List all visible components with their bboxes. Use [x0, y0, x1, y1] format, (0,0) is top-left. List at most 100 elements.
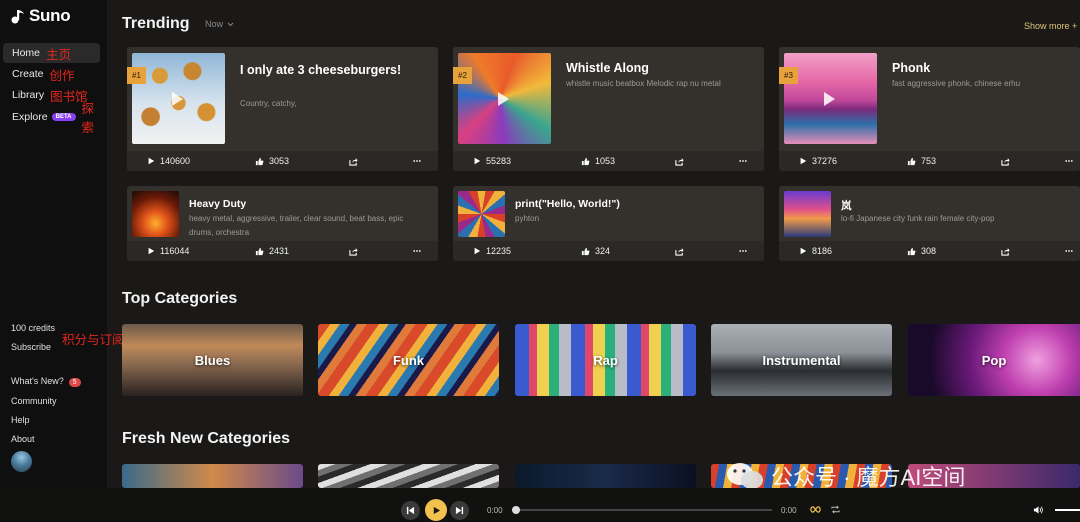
like-button[interactable]: 3053 — [255, 156, 289, 166]
song-card[interactable]: Heavy Duty heavy metal, aggressive, trai… — [127, 186, 438, 261]
category-card-instrumental[interactable]: Instrumental — [711, 324, 892, 396]
song-title[interactable]: Whistle Along — [566, 60, 746, 76]
thumbs-up-icon — [907, 157, 916, 166]
like-count-value: 324 — [595, 246, 611, 256]
skip-forward-icon — [455, 506, 464, 515]
play-icon — [473, 157, 481, 165]
play-count[interactable]: 8186 — [799, 246, 832, 256]
community-link[interactable]: Community — [11, 396, 57, 406]
category-card[interactable] — [318, 464, 499, 488]
share-icon[interactable] — [675, 247, 684, 256]
progress-handle[interactable] — [512, 506, 520, 514]
thumbs-up-icon — [907, 247, 916, 256]
like-count-value: 1053 — [595, 156, 616, 166]
like-count-value: 308 — [921, 246, 937, 256]
wechat-icon — [727, 463, 763, 489]
time-filter-dropdown[interactable]: Now — [205, 19, 234, 29]
play-icon — [147, 247, 155, 255]
play-count[interactable]: 55283 — [473, 156, 511, 166]
play-icon — [799, 247, 807, 255]
song-thumbnail[interactable] — [132, 191, 179, 237]
infinite-loop-icon[interactable] — [810, 506, 821, 513]
share-icon[interactable] — [1001, 247, 1010, 256]
sidebar-item-label: Explore — [12, 111, 48, 123]
progress-slider[interactable] — [512, 506, 772, 514]
song-title[interactable]: Heavy Duty — [189, 198, 429, 210]
previous-button[interactable] — [401, 501, 420, 520]
category-label: Blues — [194, 352, 231, 368]
play-count[interactable]: 37276 — [799, 156, 837, 166]
category-card-pop[interactable]: Pop — [908, 324, 1080, 396]
next-button[interactable] — [450, 501, 469, 520]
category-card-blues[interactable]: Blues — [122, 324, 303, 396]
song-thumbnail[interactable] — [458, 191, 505, 237]
thumbs-up-icon — [255, 247, 264, 256]
song-thumbnail[interactable] — [784, 191, 831, 237]
like-button[interactable]: 324 — [581, 246, 610, 256]
more-options-icon[interactable] — [1065, 159, 1073, 163]
fresh-categories-title: Fresh New Categories — [122, 430, 291, 447]
suno-logo[interactable]: Suno — [11, 6, 71, 26]
like-count-value: 753 — [921, 156, 937, 166]
play-overlay-icon[interactable] — [498, 92, 509, 106]
chevron-down-icon — [227, 22, 234, 26]
total-time: 0:00 — [781, 506, 797, 515]
play-icon — [433, 506, 440, 514]
sidebar-item-home[interactable]: Home 主页 — [3, 43, 100, 63]
more-options-icon[interactable] — [739, 159, 747, 163]
show-more-link[interactable]: Show more + — [1024, 21, 1077, 31]
like-button[interactable]: 308 — [907, 246, 936, 256]
play-count[interactable]: 116044 — [147, 246, 189, 256]
sidebar: Suno Home 主页 Create 创作 Library 图书馆 Explo… — [0, 0, 107, 488]
share-icon[interactable] — [675, 157, 684, 166]
like-button[interactable]: 2431 — [255, 246, 289, 256]
song-tags: lo-fi Japanese city funk rain female cit… — [841, 214, 995, 223]
play-count[interactable]: 12235 — [473, 246, 511, 256]
more-options-icon[interactable] — [413, 249, 421, 253]
help-link[interactable]: Help — [11, 415, 30, 425]
more-options-icon[interactable] — [1065, 249, 1073, 253]
song-title[interactable]: Phonk — [892, 60, 1072, 76]
more-options-icon[interactable] — [413, 159, 421, 163]
subscribe-link[interactable]: Subscribe — [11, 342, 51, 352]
share-icon[interactable] — [349, 247, 358, 256]
song-card[interactable]: #1 I only ate 3 cheeseburgers! Country, … — [127, 47, 438, 171]
volume-slider[interactable] — [1055, 509, 1080, 511]
play-count[interactable]: 140600 — [147, 156, 190, 166]
song-card[interactable]: print("Hello, World!") pyhton 12235 324 — [453, 186, 764, 261]
song-card[interactable]: #3 Phonk fast aggressive phonk, chinese … — [779, 47, 1080, 171]
play-overlay-icon[interactable] — [824, 92, 835, 106]
category-label: Funk — [392, 352, 425, 368]
repeat-icon[interactable] — [831, 505, 840, 514]
skip-back-icon — [406, 506, 415, 515]
sidebar-item-create[interactable]: Create 创作 — [3, 64, 100, 84]
share-icon[interactable] — [1001, 157, 1010, 166]
song-card[interactable]: 岚 lo-fi Japanese city funk rain female c… — [779, 186, 1080, 261]
like-button[interactable]: 753 — [907, 156, 936, 166]
category-card[interactable] — [515, 464, 696, 488]
song-title[interactable]: print("Hello, World!") — [515, 198, 755, 210]
about-link[interactable]: About — [11, 434, 35, 444]
song-title[interactable]: 岚 — [841, 198, 1061, 213]
category-card[interactable] — [122, 464, 303, 488]
user-avatar[interactable] — [11, 451, 32, 472]
whats-new-label: What's New? — [11, 376, 64, 386]
sidebar-item-explore[interactable]: Explore BETA 探索 — [3, 102, 100, 135]
volume-icon[interactable] — [1033, 505, 1044, 515]
category-card-rap[interactable]: Rap — [515, 324, 696, 396]
top-categories-title: Top Categories — [122, 290, 238, 307]
song-card[interactable]: #2 Whistle Along whistle music beatbox M… — [453, 47, 764, 171]
song-stats: 140600 3053 — [127, 151, 438, 171]
like-button[interactable]: 1053 — [581, 156, 615, 166]
song-tags: pyhton — [515, 214, 540, 223]
category-card-funk[interactable]: Funk — [318, 324, 499, 396]
play-button[interactable] — [425, 499, 447, 521]
song-title[interactable]: I only ate 3 cheeseburgers! — [240, 60, 420, 80]
play-icon — [473, 247, 481, 255]
more-options-icon[interactable] — [739, 249, 747, 253]
play-overlay-icon[interactable] — [172, 92, 183, 106]
like-count-value: 2431 — [269, 246, 290, 256]
play-count-value: 12235 — [486, 246, 512, 256]
whats-new-link[interactable]: What's New? 5 — [11, 376, 81, 387]
share-icon[interactable] — [349, 157, 358, 166]
